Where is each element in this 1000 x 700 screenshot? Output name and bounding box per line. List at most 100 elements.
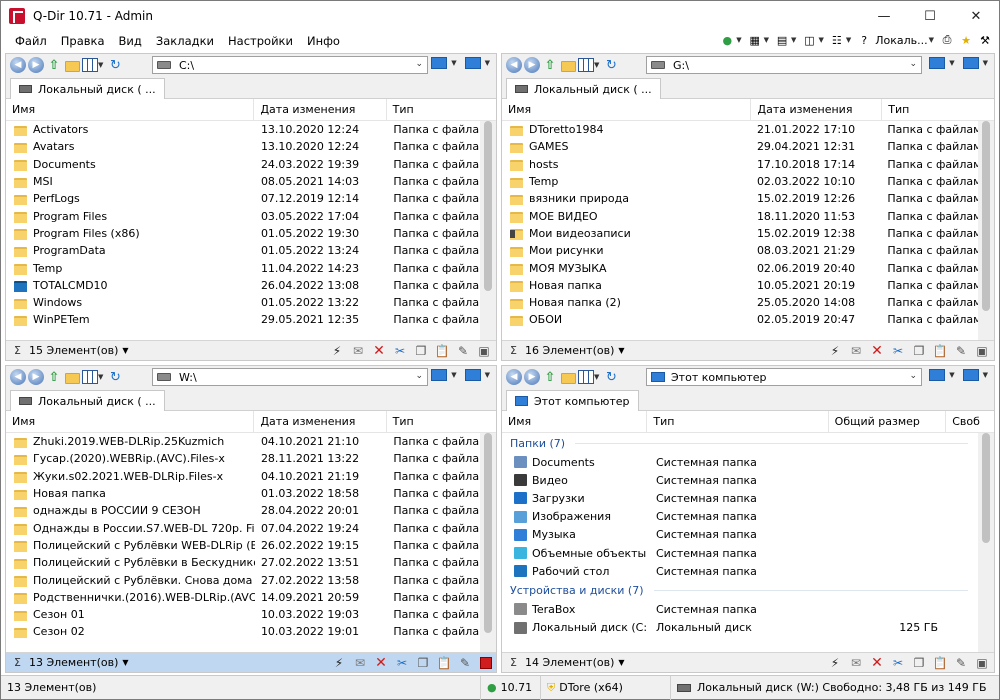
table-row[interactable]: Новая папка (2) 25.05.2020 14:08 Папка с ф… <box>502 294 978 311</box>
new-folder-icon[interactable] <box>560 370 576 384</box>
table-row[interactable]: Zhuki.2019.WEB-DLRip.25Kuzmich 04.10.2021… <box>6 433 480 450</box>
table-row[interactable]: Documents 24.03.2022 19:39 Папка с файлами <box>6 156 480 173</box>
back-icon[interactable]: ◀ <box>506 57 522 73</box>
column-type[interactable]: Тип <box>882 99 994 121</box>
address-bar[interactable]: W:\ ⌄ <box>152 368 428 386</box>
rename-icon[interactable]: ✎ <box>953 343 969 359</box>
scrollbar-thumb[interactable] <box>484 121 492 291</box>
column-type[interactable]: Тип <box>387 99 496 121</box>
bolt-icon[interactable]: ⚡ <box>827 343 843 359</box>
mail-icon[interactable]: ✉ <box>848 343 864 359</box>
menu-info[interactable]: Инфо <box>300 31 347 51</box>
star-icon[interactable]: ★ <box>958 32 974 48</box>
properties-icon[interactable]: ▣ <box>476 343 492 359</box>
mail-icon[interactable]: ✉ <box>350 343 366 359</box>
table-row[interactable]: Temp 02.03.2022 10:10 Папка с файлами <box>502 173 978 190</box>
table-row[interactable]: вязники природа 15.02.2019 12:26 Папка с ф… <box>502 190 978 207</box>
language-label[interactable]: Локаль... <box>875 34 927 47</box>
tab-this-pc[interactable]: Этот компьютер <box>506 390 639 411</box>
list-item[interactable]: TeraBox Системная папка <box>502 600 978 618</box>
cut-icon[interactable]: ✂ <box>890 655 906 671</box>
table-row[interactable]: Жуки.s02.2021.WEB-DLRip.Files-x 04.10.202… <box>6 468 480 485</box>
cut-icon[interactable]: ✂ <box>392 343 408 359</box>
tab-local-disk[interactable]: Локальный диск ( ... <box>506 78 661 99</box>
monitor-icon[interactable] <box>929 369 946 381</box>
column-name[interactable]: Имя <box>502 410 648 433</box>
table-row[interactable]: Мои видеозаписи 15.02.2019 12:38 Папка с ф… <box>502 225 978 242</box>
table-row[interactable]: МОЕ ВИДЕО 18.11.2020 11:53 Папка с файлами <box>502 207 978 224</box>
copy-icon[interactable]: ❐ <box>911 655 927 671</box>
column-name[interactable]: Имя <box>6 98 255 121</box>
group-header-devices[interactable]: Устройства и диски (7) <box>502 580 978 600</box>
monitor-icon[interactable] <box>464 57 481 69</box>
table-row[interactable]: Гусар.(2020).WEBRip.(AVC).Files-x 28.11.2… <box>6 450 480 467</box>
table-row[interactable]: Полицейский с Рублёвки. Снова дома WE...… <box>6 571 480 588</box>
list-item[interactable]: Рабочий стол Системная папка <box>502 562 978 580</box>
column-date[interactable]: Дата изменения <box>751 98 883 121</box>
table-row[interactable]: однажды в РОССИИ 9 СЕЗОН 28.04.2022 20:01… <box>6 502 480 519</box>
table-row[interactable]: hosts 17.10.2018 17:14 Папка с файлами <box>502 156 978 173</box>
column-free-space[interactable]: Своб <box>946 411 994 433</box>
table-row[interactable]: Родственнички.(2016).WEB-DLRip.(AVC).Fil… <box>6 589 480 606</box>
table-row[interactable]: Полицейский с Рублёвки WEB-DLRip (Вер...… <box>6 537 480 554</box>
vertical-scrollbar[interactable] <box>978 121 994 340</box>
table-row[interactable]: МОЯ МУЗЫКА 02.06.2019 20:40 Папка с файлам… <box>502 259 978 276</box>
chevron-down-icon[interactable]: ⌄ <box>415 371 423 381</box>
new-folder-icon[interactable] <box>64 370 80 384</box>
list-item[interactable]: Видео Системная папка <box>502 471 978 489</box>
forward-icon[interactable]: ▶ <box>524 57 540 73</box>
copy-icon[interactable]: ❐ <box>413 343 429 359</box>
forward-icon[interactable]: ▶ <box>28 369 44 385</box>
tab-local-disk[interactable]: Локальный диск ( ... <box>10 78 165 99</box>
list-item[interactable]: Объемные объекты Системная папка <box>502 544 978 562</box>
rename-icon[interactable]: ✎ <box>953 655 969 671</box>
vertical-scrollbar[interactable] <box>480 121 496 340</box>
bolt-icon[interactable]: ⚡ <box>329 343 345 359</box>
view-mode-icon[interactable] <box>82 58 98 72</box>
table-row[interactable]: ProgramData 01.05.2022 13:24 Папка с файла… <box>6 242 480 259</box>
paste-icon[interactable]: 📋 <box>436 655 452 671</box>
up-folder-icon[interactable]: ⇧ <box>46 370 62 385</box>
forward-icon[interactable]: ▶ <box>28 57 44 73</box>
title-bar[interactable]: Q-Dir 10.71 - Admin — ☐ ✕ <box>1 1 999 31</box>
up-folder-icon[interactable]: ⇧ <box>46 58 62 73</box>
refresh-icon[interactable]: ↻ <box>603 58 619 73</box>
item-count[interactable]: 15 Элемент(ов) <box>29 344 118 357</box>
item-count[interactable]: 13 Элемент(ов) <box>29 656 118 669</box>
column-date[interactable]: Дата изменения <box>254 98 387 121</box>
table-row[interactable]: Новая папка 01.03.2022 18:58 Папка с файла… <box>6 485 480 502</box>
list-item[interactable]: Локальный диск (C:) Локальный диск 125 ГБ <box>502 619 978 637</box>
table-row[interactable]: MSI 08.05.2021 14:03 Папка с файлами <box>6 173 480 190</box>
properties-icon[interactable]: ▣ <box>974 655 990 671</box>
monitor-icon[interactable] <box>464 369 481 381</box>
table-row[interactable]: GAMES 29.04.2021 12:31 Папка с файлами <box>502 138 978 155</box>
menu-settings[interactable]: Настройки <box>221 31 300 51</box>
rename-icon[interactable]: ✎ <box>455 343 471 359</box>
mail-icon[interactable]: ✉ <box>848 655 864 671</box>
menu-view[interactable]: Вид <box>112 31 149 51</box>
monitor-icon[interactable] <box>929 57 946 69</box>
delete-icon[interactable]: ✕ <box>869 655 885 671</box>
group-header-folders[interactable]: Папки (7) <box>502 433 978 453</box>
view-mode-icon[interactable] <box>578 370 594 384</box>
cut-icon[interactable]: ✂ <box>890 343 906 359</box>
table-row[interactable]: WinPETem 29.05.2021 12:35 Папка с файлами <box>6 311 480 328</box>
monitor-icon[interactable] <box>431 57 448 69</box>
up-folder-icon[interactable]: ⇧ <box>542 58 558 73</box>
rename-icon[interactable]: ✎ <box>457 655 473 671</box>
table-row[interactable]: DToretto1984 21.01.2022 17:10 Папка с файл… <box>502 121 978 138</box>
print-icon[interactable]: ⎙ <box>939 32 955 48</box>
active-pane-indicator-icon[interactable] <box>480 657 492 669</box>
tab-local-disk[interactable]: Локальный диск ( ... <box>10 390 165 411</box>
mail-icon[interactable]: ✉ <box>352 655 368 671</box>
monitor-icon[interactable] <box>962 369 979 381</box>
new-folder-icon[interactable] <box>64 58 80 72</box>
table-row[interactable]: Temp 11.04.2022 14:23 Папка с файлами <box>6 259 480 276</box>
table-row[interactable]: ОБОИ 02.05.2019 20:47 Папка с файлами <box>502 311 978 328</box>
monitor-icon[interactable] <box>431 369 448 381</box>
menu-bookmarks[interactable]: Закладки <box>149 31 221 51</box>
table-row[interactable]: Полицейский с Рублёвки в Бескудниково ..… <box>6 554 480 571</box>
table-row[interactable]: Мои рисунки 08.03.2021 21:29 Папка с файла… <box>502 242 978 259</box>
menu-edit[interactable]: Правка <box>54 31 112 51</box>
layout-grid-icon[interactable]: ▦ <box>747 32 763 48</box>
